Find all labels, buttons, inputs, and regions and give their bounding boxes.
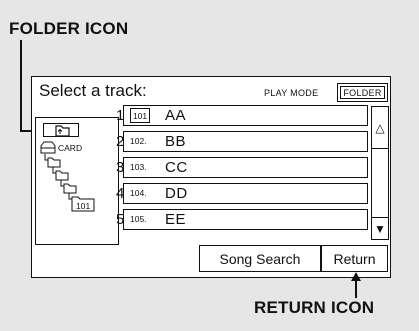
return-leader-line xyxy=(355,280,357,298)
track-number: 3 xyxy=(116,159,125,176)
play-mode-button[interactable]: FOLDER xyxy=(337,83,388,102)
play-mode-value: FOLDER xyxy=(343,87,382,98)
manual-illustration: FOLDER ICON Select a track: PLAY MODE FO… xyxy=(0,0,419,331)
folder-tree: CARD 101 xyxy=(35,117,119,245)
card-label: CARD xyxy=(58,143,83,153)
track-row-1[interactable]: 1 101 AA xyxy=(116,105,368,126)
scrollbar-track[interactable] xyxy=(371,147,389,219)
track-select-screen: Select a track: PLAY MODE FOLDER CARD 10… xyxy=(31,76,391,278)
track-number: 4 xyxy=(116,185,125,202)
folder-icon-callout: FOLDER ICON xyxy=(9,19,129,38)
track-name: BB xyxy=(165,133,187,150)
scroll-down-button[interactable]: ▼ xyxy=(371,217,389,240)
track-number: 1 xyxy=(116,107,125,124)
return-icon-callout: RETURN ICON xyxy=(254,298,375,317)
track-row-3[interactable]: 3 103. CC xyxy=(116,157,368,178)
track-row-4[interactable]: 4 104. DD xyxy=(116,183,368,204)
track-badge: 102. xyxy=(130,136,147,146)
track-number: 5 xyxy=(116,211,125,228)
track-name: CC xyxy=(165,159,188,176)
song-search-button[interactable]: Song Search xyxy=(199,245,321,272)
selected-folder-number: 101 xyxy=(76,201,91,211)
triangle-down-icon: ▼ xyxy=(374,221,386,236)
track-name: AA xyxy=(165,107,187,124)
triangle-up-icon: △ xyxy=(375,120,385,135)
folder-tree-diagram xyxy=(40,141,95,212)
track-row-2[interactable]: 2 102. BB xyxy=(116,131,368,152)
track-name: DD xyxy=(165,185,188,202)
track-badge: 105. xyxy=(130,214,147,224)
return-button[interactable]: Return xyxy=(321,245,388,272)
track-name: EE xyxy=(165,211,187,228)
folder-leader-vertical xyxy=(20,40,22,131)
track-number: 2 xyxy=(116,133,125,150)
play-mode-label: PLAY MODE xyxy=(264,88,319,98)
scroll-up-button[interactable]: △ xyxy=(371,106,389,149)
track-badge: 104. xyxy=(130,188,147,198)
track-badge: 103. xyxy=(130,162,147,172)
track-row-5[interactable]: 5 105. EE xyxy=(116,209,368,230)
folder-icon: 101 xyxy=(130,108,150,123)
screen-title: Select a track: xyxy=(39,81,147,100)
